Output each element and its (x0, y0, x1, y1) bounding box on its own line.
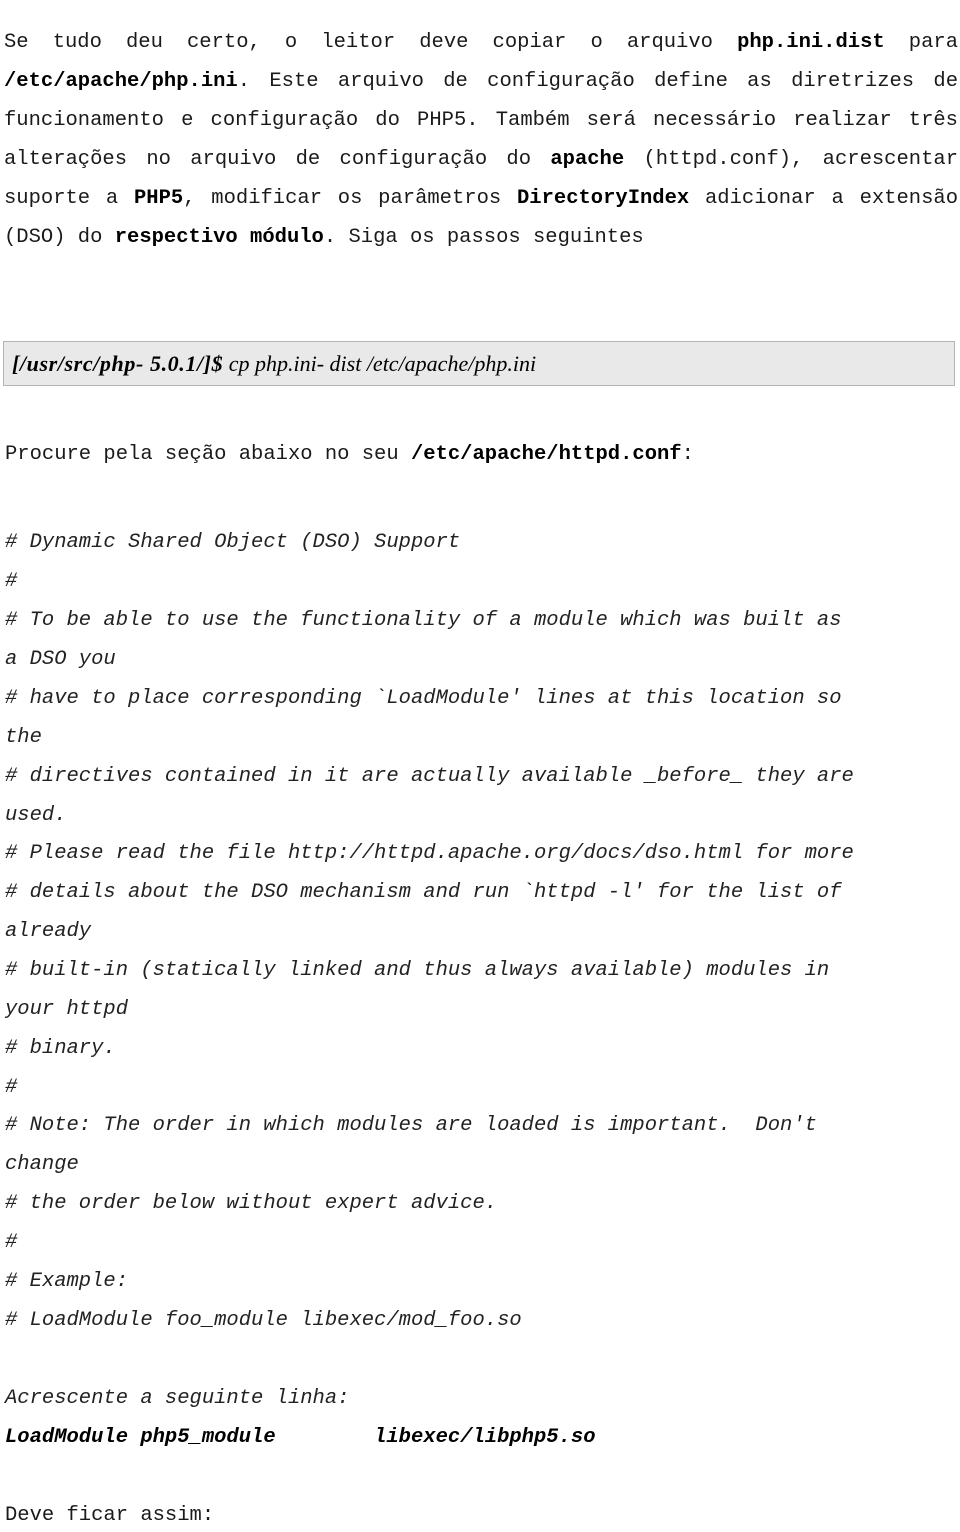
config-line-2: # To be able to use the functionality of… (5, 609, 842, 632)
document-page: Se tudo deu certo, o leitor deve copiar … (0, 0, 960, 1532)
intro-text-1: Se tudo deu certo, o leitor deve copiar … (4, 30, 738, 54)
config-line-4: # have to place corresponding `LoadModul… (5, 687, 842, 710)
intro-bold-php5: PHP5 (133, 186, 184, 210)
shell-command: cp php.ini- dist /etc/apache/php.ini (223, 351, 537, 376)
intro-bold-php-ini-dist: php.ini.dist (737, 30, 885, 54)
config-line-8: # Please read the file http://httpd.apac… (5, 842, 854, 865)
config-line-10: already (5, 920, 92, 943)
config-line-5: the (5, 726, 42, 749)
intro-bold-directoryindex: DirectoryIndex (516, 186, 690, 210)
add-line-directive: LoadModule php5_module libexec/libphp5.s… (5, 1426, 596, 1449)
config-line-11: # built-in (statically linked and thus a… (5, 959, 830, 982)
command-box-text: [/usr/src/php- 5.0.1/]$ cp php.ini- dist… (12, 350, 536, 378)
config-line-9: # details about the DSO mechanism and ru… (5, 881, 842, 904)
add-line-caption: Acrescente a seguinte linha: (5, 1387, 350, 1410)
config-line-17: # the order below without expert advice. (5, 1192, 498, 1215)
config-line-20: # LoadModule foo_module libexec/mod_foo.… (5, 1309, 522, 1332)
config-line-7: used. (5, 804, 67, 827)
config-line-13: # binary. (5, 1037, 116, 1060)
command-box: [/usr/src/php- 5.0.1/]$ cp php.ini- dist… (3, 341, 955, 386)
intro-paragraph: Se tudo deu certo, o leitor deve copiar … (4, 23, 958, 257)
config-line-19: # Example: (5, 1270, 129, 1293)
intro-text-5: , modificar os parâmetros (183, 186, 517, 210)
intro-text-2: para (884, 30, 958, 54)
config-line-1: # (5, 570, 18, 593)
intro-bold-apache: apache (550, 147, 625, 171)
config-line-16: change (5, 1153, 79, 1176)
instruction-line: Procure pela seção abaixo no seu /etc/ap… (5, 443, 694, 467)
config-line-18: # (5, 1231, 18, 1254)
config-line-15: # Note: The order in which modules are l… (5, 1114, 817, 1137)
config-line-12: your httpd (5, 998, 129, 1021)
instruction-prefix: Procure pela seção abaixo no seu (5, 443, 411, 466)
intro-text-7: . Siga os passos seguintes (323, 225, 644, 249)
intro-bold-respectivo-modulo: respectivo módulo (114, 225, 324, 249)
config-line-6: # directives contained in it are actuall… (5, 765, 854, 788)
closing-line: Deve ficar assim: (5, 1504, 215, 1527)
config-line-14: # (5, 1076, 18, 1099)
instruction-suffix: : (681, 443, 694, 466)
shell-prompt: [/usr/src/php- 5.0.1/]$ (12, 351, 224, 376)
config-line-3: a DSO you (5, 648, 116, 671)
instruction-path: /etc/apache/httpd.conf (410, 443, 682, 466)
intro-bold-etc-apache-php-ini: /etc/apache/php.ini (4, 69, 238, 93)
config-line-0: # Dynamic Shared Object (DSO) Support (5, 531, 461, 554)
